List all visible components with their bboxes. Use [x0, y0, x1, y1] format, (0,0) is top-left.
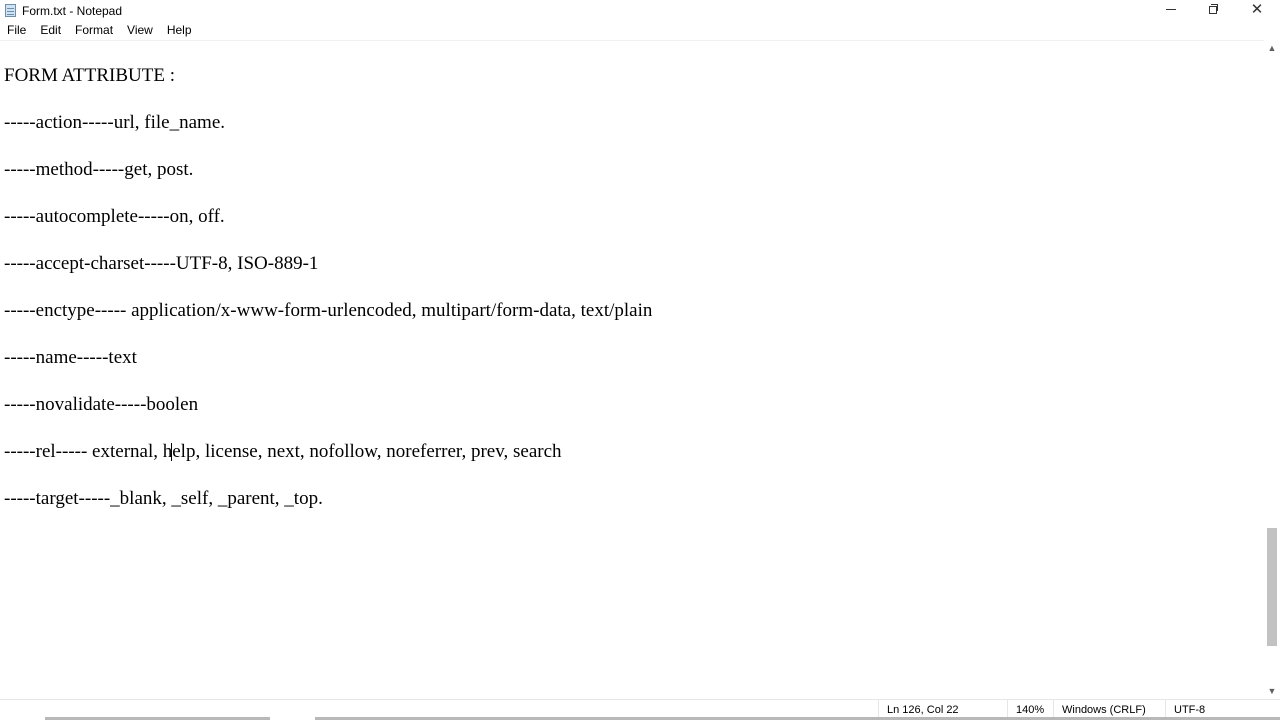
- menu-view[interactable]: View: [120, 21, 160, 40]
- text-caret: [171, 443, 172, 461]
- notepad-icon: [5, 4, 16, 17]
- menu-help[interactable]: Help: [160, 21, 199, 40]
- close-button[interactable]: ✕: [1234, 0, 1280, 21]
- editor-line: -----autocomplete-----on, off.: [4, 206, 225, 227]
- scroll-up-icon[interactable]: ▲: [1264, 40, 1280, 56]
- editor-line: -----target-----_blank, _self, _parent, …: [4, 488, 323, 509]
- menu-format[interactable]: Format: [68, 21, 120, 40]
- scroll-down-icon[interactable]: ▼: [1264, 683, 1280, 699]
- minimize-button[interactable]: [1148, 0, 1194, 21]
- editor-line: -----novalidate-----boolen: [4, 394, 199, 415]
- close-icon: ✕: [1250, 0, 1264, 18]
- editor-line: -----method-----get, post.: [4, 159, 194, 180]
- menu-file[interactable]: File: [0, 21, 33, 40]
- editor-line: -----action-----url, file_name.: [4, 112, 226, 133]
- editor-line: -----name-----text: [4, 347, 137, 368]
- title-bar[interactable]: Form.txt - Notepad ✕: [0, 0, 1280, 21]
- notepad-window: Form.txt - Notepad ✕ File Edit Format Vi…: [0, 0, 1280, 720]
- vertical-scrollbar[interactable]: ▲ ▼: [1264, 40, 1280, 699]
- restore-icon: [1209, 4, 1219, 14]
- restore-button[interactable]: [1191, 0, 1237, 21]
- editor-line: -----accept-charset-----UTF-8, ISO-889-1: [4, 253, 319, 274]
- editor-line: FORM ATTRIBUTE :: [4, 65, 176, 86]
- editor-line: -----enctype----- application/x-www-form…: [4, 300, 653, 321]
- text-editor[interactable]: FORM ATTRIBUTE : -----action-----url, fi…: [0, 40, 1264, 700]
- menu-bar: File Edit Format View Help: [0, 21, 1280, 40]
- editor-line: -----rel----- external, help, license, n…: [4, 441, 562, 462]
- window-title: Form.txt - Notepad: [22, 4, 123, 18]
- menu-edit[interactable]: Edit: [33, 21, 68, 40]
- scroll-thumb[interactable]: [1267, 528, 1277, 646]
- minimize-icon: [1166, 9, 1176, 10]
